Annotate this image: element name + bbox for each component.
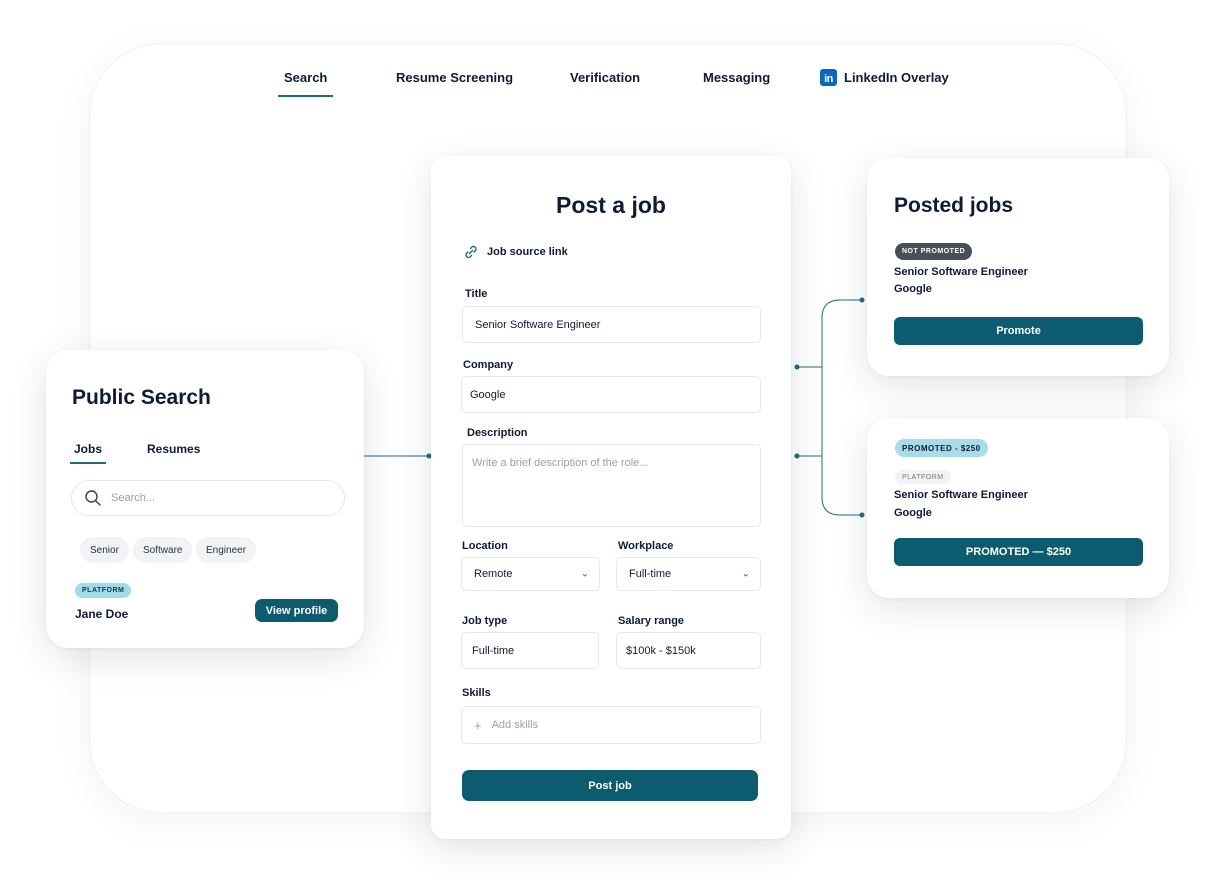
tab-verification[interactable]: Verification	[570, 70, 640, 85]
post-job-title: Post a job	[556, 192, 666, 218]
workplace-value: Full-time	[629, 568, 672, 580]
tab-messaging[interactable]: Messaging	[703, 70, 770, 85]
tab-resumes[interactable]: Resumes	[147, 442, 200, 456]
link-icon	[465, 245, 477, 259]
location-label: Location	[462, 540, 508, 552]
title-input[interactable]: Senior Software Engineer	[462, 306, 761, 343]
public-search-title: Public Search	[72, 386, 211, 409]
job-source-link[interactable]: Job source link	[463, 244, 568, 260]
plus-icon: +	[474, 717, 482, 733]
filter-chip[interactable]: Software	[133, 537, 193, 563]
job-type-input[interactable]: Full-time	[461, 632, 599, 669]
filter-chip[interactable]: Senior	[80, 537, 129, 563]
description-label: Description	[467, 427, 528, 439]
promoted-status-button[interactable]: PROMOTED — $250	[894, 538, 1143, 566]
tab-label: Verification	[570, 70, 641, 85]
not-promoted-badge: NOT PROMOTED	[895, 243, 973, 260]
post-job-button[interactable]: Post job	[462, 770, 758, 801]
posted-jobs-card: Posted jobs NOT PROMOTED Senior Software…	[867, 158, 1169, 376]
job-company: Google	[894, 283, 932, 295]
search-placeholder: Search...	[111, 492, 156, 504]
salary-range-label: Salary range	[618, 615, 685, 627]
search-icon	[85, 490, 101, 506]
company-input[interactable]: Google	[461, 376, 761, 413]
tab-label: LinkedIn Overlay	[844, 70, 949, 85]
skills-placeholder: Add skills	[491, 719, 539, 731]
chevron-down-icon: ⌄	[580, 568, 589, 580]
workplace-select[interactable]: Full-time ⌄	[616, 557, 761, 591]
workplace-label: Workplace	[618, 540, 674, 552]
tab-label: Messaging	[703, 70, 771, 85]
salary-range-input[interactable]: $100k - $150k	[616, 632, 761, 669]
posted-jobs-title: Posted jobs	[894, 194, 1014, 217]
location-select[interactable]: Remote ⌄	[461, 557, 600, 591]
skills-label: Skills	[462, 687, 491, 699]
platform-badge: PLATFORM	[75, 583, 132, 598]
job-company: Google	[894, 507, 932, 519]
chevron-down-icon: ⌄	[741, 568, 750, 580]
tab-label: Search	[284, 70, 328, 85]
top-navigation: Search Resume Screening Verification Mes…	[0, 69, 1216, 104]
linkedin-icon: in	[820, 69, 837, 86]
job-source-link-label: Job source link	[487, 246, 568, 258]
company-label: Company	[463, 359, 514, 371]
view-profile-button[interactable]: View profile	[255, 599, 338, 622]
promote-button[interactable]: Promote	[894, 317, 1143, 345]
skills-input[interactable]: + Add skills	[461, 706, 761, 744]
tab-resume-screening[interactable]: Resume Screening	[396, 70, 513, 85]
job-title: Senior Software Engineer	[894, 489, 1028, 501]
promoted-badge: PROMOTED - $250	[895, 439, 988, 457]
job-title: Senior Software Engineer	[894, 266, 1028, 278]
location-value: Remote	[474, 568, 513, 580]
search-input[interactable]: Search...	[71, 480, 345, 516]
tab-linkedin-overlay[interactable]: in LinkedIn Overlay	[820, 69, 949, 86]
filter-chip[interactable]: Engineer	[196, 537, 257, 563]
platform-badge: PLATFORM	[895, 470, 951, 484]
public-search-card: Public Search Jobs Resumes Search... Sen…	[46, 350, 364, 648]
candidate-name: Jane Doe	[75, 607, 129, 621]
tab-search[interactable]: Search	[277, 70, 334, 97]
post-job-card: Post a job Job source link Title Senior …	[431, 156, 791, 839]
description-input[interactable]: Write a brief description of the role...	[462, 444, 761, 527]
tab-label: Resume Screening	[396, 70, 514, 85]
tab-jobs[interactable]: Jobs	[69, 442, 107, 464]
promoted-job-card: PROMOTED - $250 PLATFORM Senior Software…	[867, 418, 1169, 598]
title-label: Title	[465, 288, 488, 300]
job-type-label: Job type	[462, 615, 508, 627]
